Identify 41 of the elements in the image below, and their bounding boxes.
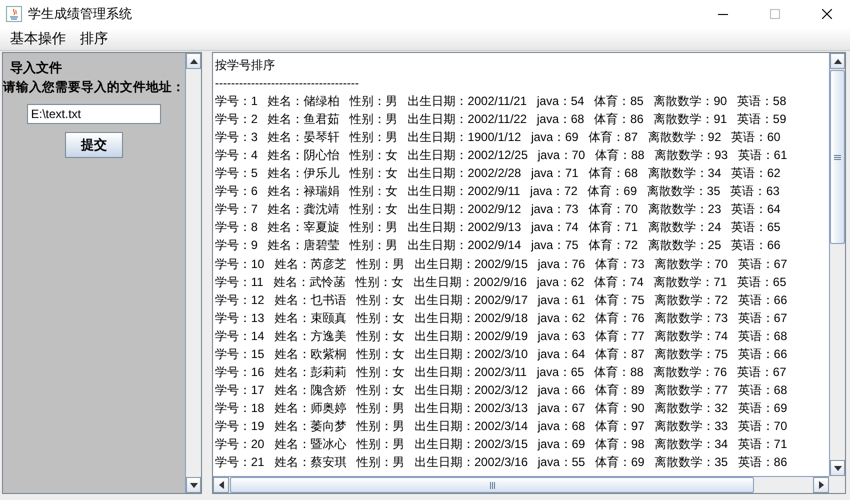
scroll-left-icon[interactable]: [218, 481, 224, 489]
student-record-line: 学号：3 姓名：晏琴轩 性别：男 出生日期：1900/1/12 java：69 体育：87 离散数学：92 英语：60: [215, 129, 780, 146]
prompt-label: 请输入您需要导入的文件地址：: [3, 79, 185, 96]
student-record-line: 学号：2 姓名：鱼君茹 性别：男 出生日期：2002/11/22 java：68 体育：86 离散数学：91 英语：59: [215, 111, 786, 128]
menu-item[interactable]: 基本操作: [10, 30, 66, 48]
student-record-line: 学号：17 姓名：隗含娇 性别：女 出生日期：2002/3/12 java：66 体育：89 离散数学：77 英语：68: [215, 382, 788, 399]
app-icon: [6, 6, 22, 22]
student-record-line: 学号：10 姓名：芮彦芝 性别：男 出生日期：2002/9/15 java：76 体育：73 离散数学：70 英语：67: [215, 256, 788, 273]
student-record-line: 学号：12 姓名：乜书语 性别：女 出生日期：2002/9/17 java：61 体育：75 离散数学：72 英语：66: [215, 292, 788, 309]
scroll-up-icon[interactable]: [190, 58, 198, 64]
student-record-line: 学号：8 姓名：宰夏旋 性别：男 出生日期：2002/9/13 java：74 体育：71 离散数学：24 英语：65: [215, 219, 780, 236]
student-record-line: 学号：20 姓名：暨冰心 性别：男 出生日期：2002/3/15 java：69 体育：98 离散数学：34 英语：71: [215, 436, 788, 453]
output-text-area[interactable]: [213, 53, 829, 476]
student-record-line: 学号：14 姓名：方逸美 性别：女 出生日期：2002/9/19 java：63 体育：77 离散数学：74 英语：68: [215, 328, 788, 345]
scrollbar-thumb[interactable]: [830, 70, 845, 244]
student-record-line: 学号：18 姓名：师奥婷 性别：男 出生日期：2002/3/13 java：67 体育：90 离散数学：32 英语：69: [215, 400, 788, 417]
student-record-line: 学号：16 姓名：彭莉莉 性别：女 出生日期：2002/3/11 java：65 体育：88 离散数学：76 英语：67: [215, 364, 786, 381]
student-record-line: 学号：21 姓名：蔡安琪 性别：男 出生日期：2002/3/16 java：55 体育：69 离散数学：35 英语：86: [215, 454, 788, 472]
output-heading: 按学号排序: [215, 57, 275, 74]
scroll-down-icon[interactable]: [834, 466, 842, 470]
scrollbar-thumb[interactable]: [230, 477, 754, 493]
student-record-line: 学号：4 姓名：阴心怡 性别：女 出生日期：2002/12/25 java：70 体育：88 离散数学：93 英语：61: [215, 147, 788, 164]
separator-line: ------------------------------------: [215, 75, 359, 92]
student-record-line: 学号：6 姓名：禄瑞娟 性别：女 出生日期：2002/9/11 java：72 体育：69 离散数学：35 英语：63: [215, 183, 780, 200]
student-record-line: 学号：7 姓名：龚沈靖 性别：女 出生日期：2002/9/12 java：73 体育：70 离散数学：23 英语：64: [215, 201, 780, 218]
student-record-line: 学号：11 姓名：武怜菡 性别：女 出生日期：2002/9/16 java：62 体育：74 离散数学：71 英语：65: [215, 274, 786, 291]
section-heading: 导入文件: [10, 59, 62, 77]
window-title: 学生成绩管理系统: [28, 5, 133, 23]
student-record-line: 学号：15 姓名：欧紫桐 性别：女 出生日期：2002/3/10 java：64 体育：87 离散数学：75 英语：66: [215, 346, 788, 363]
submit-button[interactable]: 提交: [65, 132, 123, 158]
menu-item[interactable]: 排序: [80, 30, 108, 48]
scroll-down-icon[interactable]: [190, 482, 198, 488]
close-icon[interactable]: [822, 9, 832, 19]
scroll-up-icon[interactable]: [834, 58, 842, 64]
scroll-right-icon[interactable]: [818, 481, 824, 489]
file-path-field[interactable]: E:\text.txt: [27, 104, 161, 124]
student-record-line: 学号：5 姓名：伊乐儿 性别：女 出生日期：2002/2/28 java：71 体育：68 离散数学：34 英语：62: [215, 165, 780, 182]
student-record-line: 学号：13 姓名：束颐真 性别：女 出生日期：2002/9/18 java：62 体育：76 离散数学：73 英语：67: [215, 310, 788, 327]
student-record-line: 学号：1 姓名：储绿柏 性别：男 出生日期：2002/11/21 java：54 体育：85 离散数学：90 英语：58: [215, 93, 786, 110]
student-record-line: 学号：19 姓名：萎向梦 性别：男 出生日期：2002/3/14 java：68 体育：97 离散数学：33 英语：70: [215, 418, 788, 435]
student-record-line: 学号：9 姓名：唐碧莹 性别：男 出生日期：2002/9/14 java：75 体育：72 离散数学：25 英语：66: [215, 237, 780, 254]
